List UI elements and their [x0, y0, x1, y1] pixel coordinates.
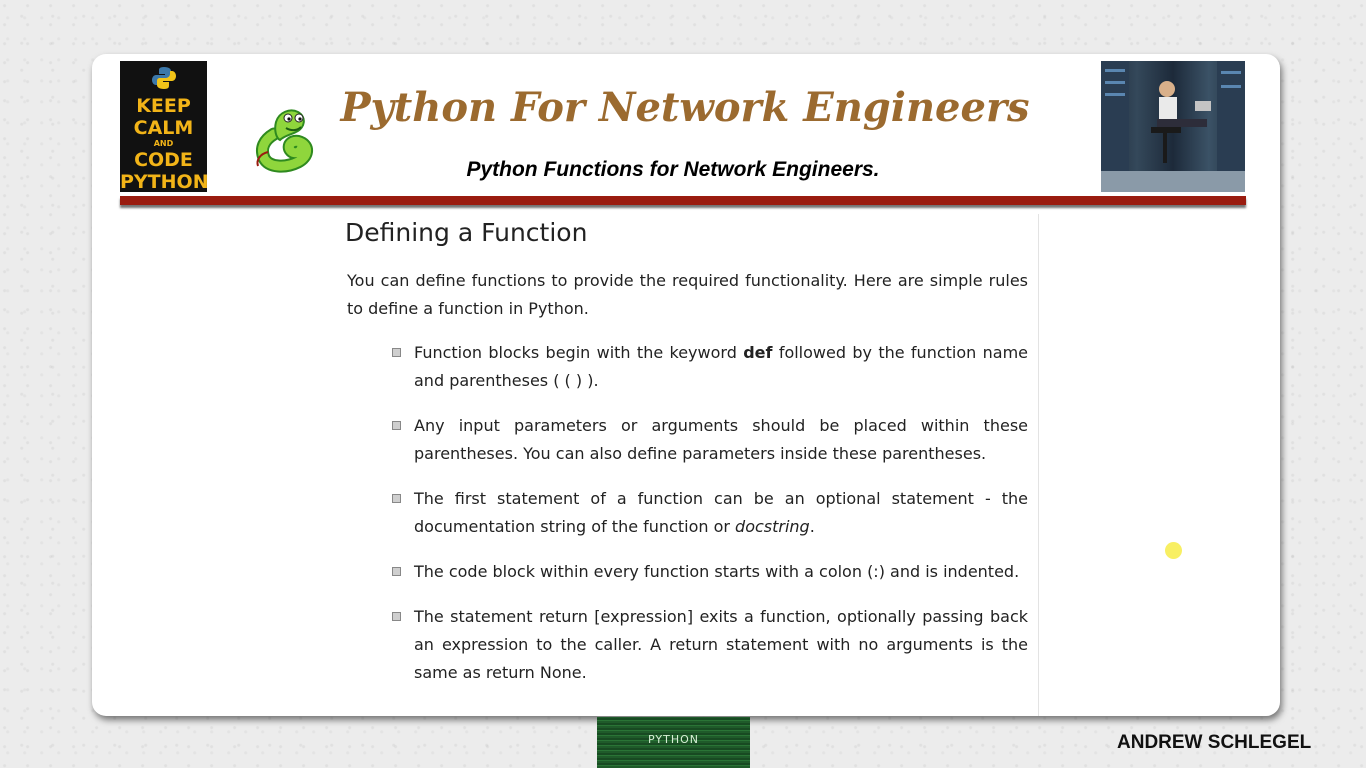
list-item: The code block within every function sta… — [392, 558, 1028, 586]
section-heading: Defining a Function — [345, 218, 588, 247]
network-engineer-photo — [1101, 61, 1245, 192]
docstring-term: docstring — [735, 517, 810, 536]
rules-list: Function blocks begin with the keyword d… — [392, 339, 1028, 704]
article-content: Defining a Function You can define funct… — [340, 214, 1039, 716]
rule-text: The code block within every function sta… — [414, 562, 1020, 581]
logo-line-keep: KEEP — [136, 95, 191, 117]
page-title: Python For Network Engineers — [340, 84, 1030, 131]
rule-text-after: . — [809, 517, 815, 536]
list-item: The first statement of a function can be… — [392, 485, 1028, 541]
rule-text: The statement return [expression] exits … — [414, 607, 1028, 682]
square-bullet-icon — [392, 421, 401, 430]
rule-text-before: The first statement of a function can be… — [414, 489, 1028, 536]
rule-text: Any input parameters or arguments should… — [414, 416, 1028, 463]
square-bullet-icon — [392, 494, 401, 503]
logo-line-code: CODE — [134, 149, 193, 171]
square-bullet-icon — [392, 348, 401, 357]
python-logo-icon — [151, 67, 176, 89]
list-item: Function blocks begin with the keyword d… — [392, 339, 1028, 395]
logo-line-and: AND — [153, 139, 174, 148]
keyword-def: def — [743, 343, 773, 362]
logo-line-calm: CALM — [133, 117, 194, 139]
list-item: Any input parameters or arguments should… — [392, 412, 1028, 468]
square-bullet-icon — [392, 567, 401, 576]
datacenter-scene-icon — [1101, 61, 1245, 192]
python-book-thumbnail: PYTHON — [597, 717, 750, 768]
intro-paragraph: You can define functions to provide the … — [347, 271, 1028, 318]
laser-pointer-dot — [1165, 542, 1182, 559]
list-item: The statement return [expression] exits … — [392, 603, 1028, 687]
page-subtitle: Python Functions for Network Engineers. — [466, 158, 880, 181]
logo-line-python: PYTHON — [120, 171, 209, 193]
square-bullet-icon — [392, 612, 401, 621]
header-divider — [120, 196, 1246, 205]
author-name: ANDREW SCHLEGEL — [1117, 732, 1312, 753]
keep-calm-code-python-logo: KEEP CALM AND CODE PYTHON — [120, 61, 209, 193]
thumbnail-label: PYTHON — [648, 733, 699, 746]
rule-text-before: Function blocks begin with the keyword — [414, 343, 744, 362]
